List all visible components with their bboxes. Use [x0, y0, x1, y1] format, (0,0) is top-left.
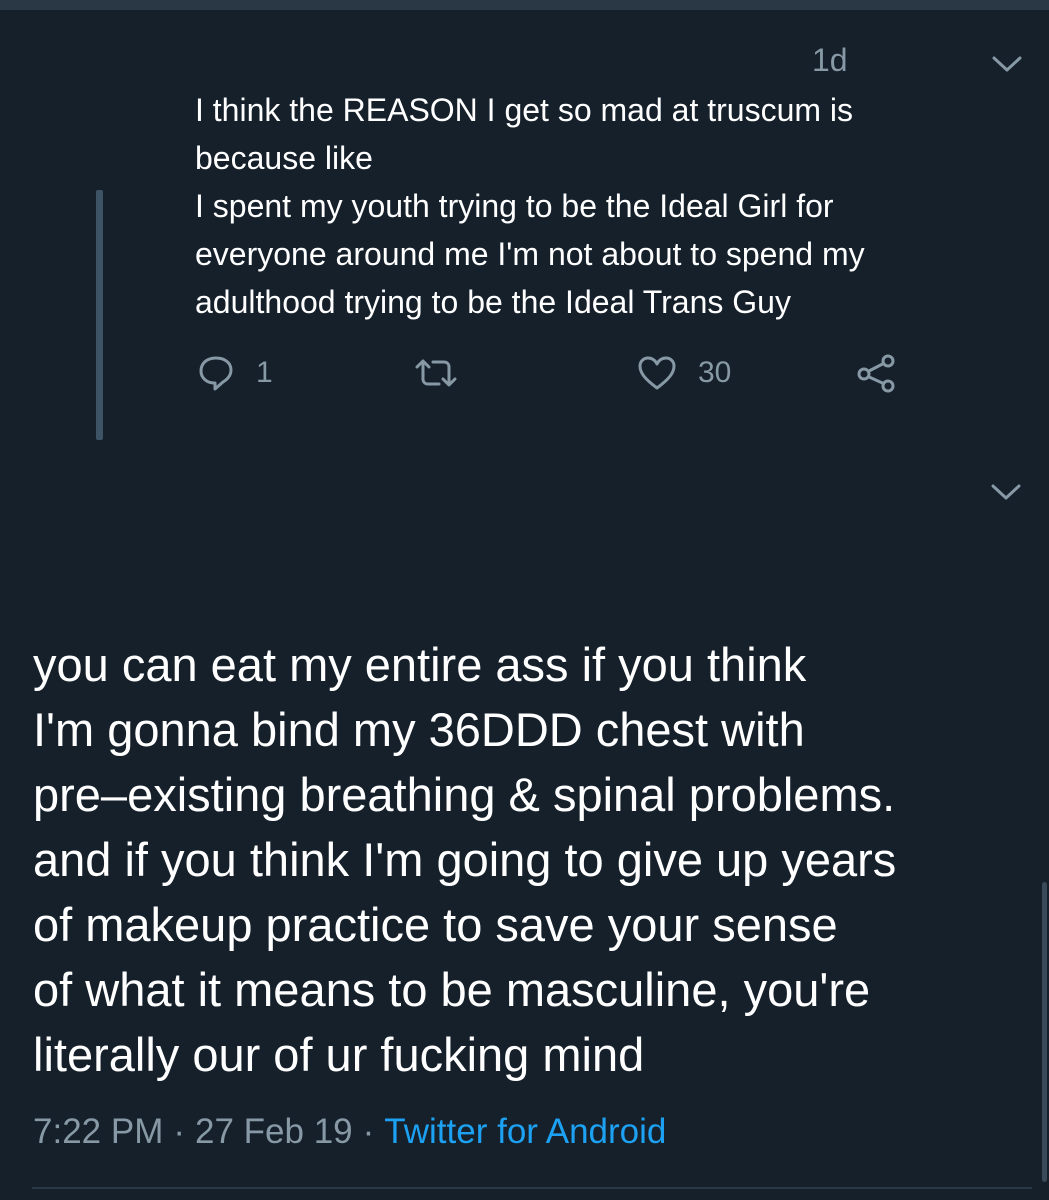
main-line: and if you think I'm going to give up ye… — [33, 833, 897, 886]
main-line: I'm gonna bind my 36DDD chest with — [33, 703, 805, 756]
reply-count: 1 — [256, 356, 273, 389]
meta-separator: · — [362, 1112, 375, 1151]
tweet-actions: 1 30 — [0, 350, 1049, 396]
retweet-button[interactable] — [412, 350, 460, 396]
meta-separator: · — [173, 1112, 186, 1151]
chevron-down-icon[interactable] — [990, 52, 1024, 76]
bottom-divider — [32, 1187, 1032, 1189]
heart-icon — [636, 353, 678, 393]
scrollbar[interactable] — [1042, 882, 1047, 1182]
tweet-meta: 7:22 PM · 27 Feb 19 · Twitter for Android — [33, 1108, 666, 1156]
main-line: literally our of ur fucking mind — [33, 1028, 645, 1081]
reply-icon — [196, 353, 236, 393]
main-tweet-text: you can eat my entire ass if you think I… — [33, 632, 1033, 1087]
tweet-client-link[interactable]: Twitter for Android — [384, 1112, 666, 1151]
reply-line: I think the REASON I get so mad at trusc… — [195, 92, 854, 128]
share-button[interactable] — [855, 350, 897, 396]
reply-line: everyone around me I'm not about to spen… — [195, 236, 865, 272]
top-divider — [0, 0, 1049, 10]
reply-tweet-text: I think the REASON I get so mad at trusc… — [195, 86, 995, 326]
main-line: you can eat my entire ass if you think — [33, 638, 807, 691]
reply-line: because like — [195, 140, 373, 176]
reply-button[interactable]: 1 — [196, 350, 273, 396]
tweet-date: 27 Feb 19 — [195, 1112, 353, 1151]
reply-line: adulthood trying to be the Ideal Trans G… — [195, 284, 791, 320]
tweet-screen: 1d I think the REASON I get so mad at tr… — [0, 0, 1049, 1200]
reply-line: I spent my youth trying to be the Ideal … — [195, 188, 834, 224]
main-line: pre–existing breathing & spinal problems… — [33, 768, 896, 821]
main-line: of what it means to be masculine, you're — [33, 963, 871, 1016]
retweet-icon — [412, 353, 460, 393]
thread-line — [96, 190, 103, 440]
chevron-down-icon[interactable] — [989, 480, 1023, 504]
share-icon — [855, 353, 897, 393]
tweet-time: 7:22 PM — [33, 1112, 164, 1151]
main-line: of makeup practice to save your sense — [33, 898, 838, 951]
reply-timestamp: 1d — [812, 42, 848, 78]
like-button[interactable]: 30 — [636, 350, 731, 396]
like-count: 30 — [698, 356, 732, 389]
